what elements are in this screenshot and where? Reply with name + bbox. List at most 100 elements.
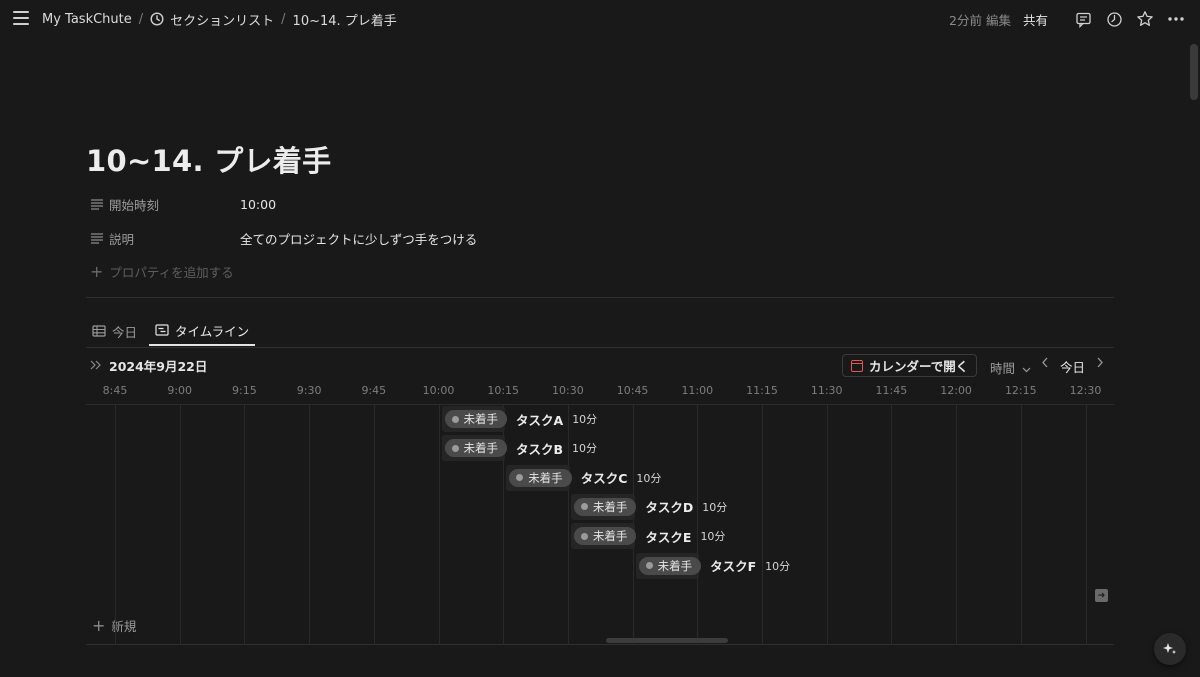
property-name: 開始時刻 — [90, 195, 240, 214]
breadcrumb-workspace[interactable]: My TaskChute — [42, 12, 132, 27]
status-dot-icon — [645, 562, 653, 569]
horizontal-scrollbar[interactable] — [606, 638, 728, 643]
share-button[interactable]: 共有 — [1023, 10, 1048, 29]
property-value[interactable]: 10:00 — [240, 197, 276, 212]
timeline-task[interactable]: 未着手 タスクF 10分 — [635, 552, 791, 579]
status-label: 未着手 — [528, 470, 563, 485]
chevron-down-icon — [1022, 367, 1031, 373]
sparkle-icon — [1163, 643, 1176, 654]
breadcrumb-separator: / — [281, 11, 286, 27]
property-row-description[interactable]: 説明 全てのプロジェクトに少しずつ手をつける — [90, 227, 477, 249]
task-name[interactable]: タスクA — [516, 410, 563, 429]
timeline-task[interactable]: 未着手 タスクB 10分 — [441, 435, 597, 462]
top-bar: My TaskChute / セクションリスト / 10~14. プレ着手 2分… — [0, 0, 1200, 38]
time-grid-line — [179, 405, 181, 645]
task-duration: 10分 — [702, 500, 728, 514]
property-value[interactable]: 全てのプロジェクトに少しずつ手をつける — [240, 229, 477, 248]
status-badge[interactable]: 未着手 — [444, 439, 507, 458]
time-tick-label: 9:45 — [361, 384, 387, 397]
status-dot-icon — [580, 503, 588, 511]
status-badge[interactable]: 未着手 — [638, 556, 702, 575]
status-dot-icon — [451, 444, 459, 452]
timeline-task[interactable]: 未着手 タスクC 10分 — [506, 464, 662, 491]
jump-to-item-icon[interactable]: ➜ — [1095, 589, 1108, 602]
timeline-date-row: 2024年9月22日 — [90, 356, 207, 375]
status-badge[interactable]: 未着手 — [573, 527, 637, 546]
task-duration: 10分 — [700, 530, 726, 544]
tab-timeline[interactable]: タイムライン — [149, 316, 256, 346]
more-icon[interactable] — [1166, 9, 1186, 29]
status-label: 未着手 — [463, 412, 499, 426]
status-label: 未着手 — [657, 558, 693, 573]
time-tick-label: 11:30 — [810, 384, 843, 397]
time-grid-line — [115, 405, 116, 645]
task-name[interactable]: タスクB — [516, 439, 563, 458]
time-tick-label: 12:30 — [1069, 384, 1102, 397]
time-grid-line — [1085, 405, 1087, 645]
task-name[interactable]: タスクC — [581, 468, 628, 487]
star-icon[interactable] — [1135, 9, 1155, 29]
task-name[interactable]: タスクE — [645, 527, 691, 546]
timeline-task[interactable]: 未着手 タスクD 10分 — [570, 493, 728, 520]
property-row-start-time[interactable]: 開始時刻 10:00 — [90, 193, 276, 215]
time-tick-label: 8:45 — [102, 384, 128, 397]
time-tick-label: 12:00 — [940, 384, 972, 397]
breadcrumb: My TaskChute / セクションリスト / 10~14. プレ着手 — [42, 0, 397, 38]
status-badge[interactable]: 未着手 — [444, 410, 507, 428]
view-tabs: 今日 タイムライン — [86, 316, 261, 346]
vertical-scrollbar[interactable] — [1190, 44, 1198, 100]
timeline-date: 2024年9月22日 — [109, 359, 208, 374]
open-calendar-button[interactable]: カレンダーで開く — [842, 354, 978, 377]
task-duration: 10分 — [636, 471, 662, 485]
status-label: 未着手 — [592, 529, 628, 544]
task-duration: 10分 — [765, 559, 791, 573]
today-button[interactable]: 今日 — [1060, 357, 1085, 376]
property-name-label: 説明 — [109, 231, 135, 247]
text-lines-icon — [91, 233, 103, 244]
time-tick-label: 10:15 — [487, 384, 520, 397]
timeline-task[interactable]: 未着手 タスクE 10分 — [570, 523, 726, 550]
time-grid-line — [956, 405, 958, 645]
comment-icon[interactable] — [1073, 9, 1093, 29]
top-actions: 2分前 編集 共有 — [949, 0, 1186, 38]
tab-label: タイムライン — [175, 323, 250, 339]
status-label: 未着手 — [463, 441, 499, 456]
task-name[interactable]: タスクF — [710, 556, 756, 575]
divider — [86, 297, 1114, 298]
time-tick-label: 11:00 — [681, 384, 714, 397]
tab-today[interactable]: 今日 — [86, 316, 143, 346]
add-property-button[interactable]: + プロパティを追加する — [90, 262, 234, 281]
time-tick-label: 9:30 — [296, 384, 322, 397]
edited-timestamp: 2分前 編集 — [949, 12, 1011, 28]
property-name-label: 開始時刻 — [109, 197, 160, 213]
time-tick-label: 9:00 — [167, 384, 193, 397]
text-lines-icon — [91, 199, 103, 210]
page-title[interactable]: 10~14. プレ着手 — [86, 138, 331, 180]
task-name[interactable]: タスクD — [645, 497, 693, 516]
time-grid-line — [309, 405, 311, 645]
breadcrumb-parent[interactable]: セクションリスト — [150, 10, 274, 29]
status-badge[interactable]: 未着手 — [573, 497, 637, 516]
time-tick-label: 10:30 — [552, 384, 584, 397]
timeline-task[interactable]: 未着手 タスクA 10分 — [441, 406, 598, 432]
task-duration: 10分 — [572, 413, 598, 426]
expand-chevron-icon[interactable] — [90, 358, 102, 373]
plus-icon: + — [92, 616, 106, 635]
status-dot-icon — [451, 415, 459, 423]
menu-icon[interactable] — [13, 11, 29, 25]
tab-label: 今日 — [112, 324, 138, 340]
time-grid-line — [373, 405, 375, 645]
previous-chevron-icon[interactable] — [1041, 357, 1049, 372]
time-grid-line — [891, 405, 893, 645]
time-tick-label: 9:15 — [232, 384, 257, 397]
time-scale-select[interactable]: 時間 — [990, 358, 1031, 377]
time-scale-label: 時間 — [990, 361, 1016, 376]
history-icon[interactable] — [1104, 9, 1124, 29]
breadcrumb-current[interactable]: 10~14. プレ着手 — [293, 10, 397, 29]
add-property-label: プロパティを追加する — [109, 265, 234, 280]
plus-icon: + — [90, 262, 104, 281]
next-chevron-icon[interactable] — [1096, 357, 1104, 372]
ai-sparkle-button[interactable] — [1154, 633, 1186, 665]
timeline-header-divider — [86, 404, 1114, 405]
status-badge[interactable]: 未着手 — [509, 468, 572, 487]
